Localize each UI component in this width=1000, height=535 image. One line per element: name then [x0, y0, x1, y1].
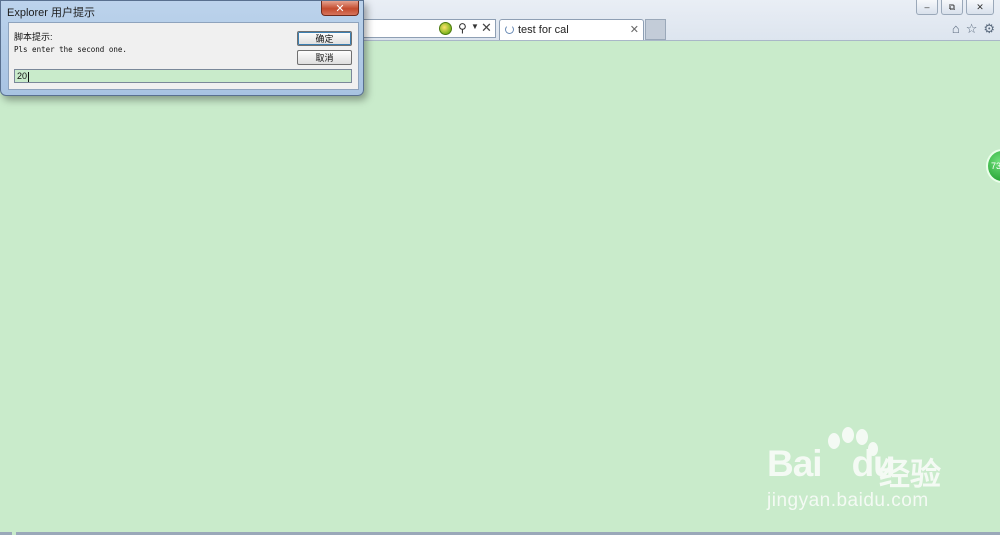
dialog-body: 脚本提示: Pls enter the second one. 确定 取消 20 [8, 22, 359, 90]
watermark-brand: Bai du [767, 443, 896, 484]
cancel-button[interactable]: 取消 [297, 50, 352, 65]
prompt-title: 脚本提示: [14, 32, 53, 42]
tab-label: test for cal [518, 24, 569, 36]
new-tab-button[interactable] [645, 19, 666, 40]
gear-icon[interactable]: ⚙ [983, 21, 995, 37]
toolbar-icons: ⌂ ☆ ⚙ [952, 21, 995, 37]
prompt-dialog: Explorer 用户提示 ✕ 脚本提示: Pls enter the seco… [0, 0, 364, 96]
prompt-input[interactable]: 20 [14, 69, 352, 83]
restore-icon[interactable]: ⧉ [941, 0, 963, 15]
dropdown-arrow-icon[interactable]: ▼ [471, 22, 479, 31]
ok-button[interactable]: 确定 [297, 31, 352, 46]
minimize-icon[interactable]: – [916, 0, 938, 15]
window-controls: – ⧉ ✕ [916, 0, 994, 15]
prompt-input-value: 20 [17, 71, 28, 81]
search-icon[interactable]: ⚲ [458, 21, 467, 35]
refresh-icon[interactable] [439, 22, 452, 35]
dialog-close-button[interactable]: ✕ [321, 1, 359, 16]
side-float-badge[interactable]: 73 [986, 149, 1000, 183]
text-caret [28, 71, 30, 82]
tab-test-for-cal[interactable]: test for cal ✕ [499, 19, 644, 40]
star-icon[interactable]: ☆ [966, 21, 978, 37]
watermark-cn: 经验 [879, 457, 941, 492]
baidu-jingyan-watermark: Bai du 经验 jingyan.baidu.com [765, 427, 985, 517]
address-bar[interactable]: ⚲ ▼ ✕ [364, 19, 496, 38]
watermark-url: jingyan.baidu.com [767, 490, 929, 511]
dialog-title: Explorer 用户提示 [7, 7, 96, 19]
prompt-message: Pls enter the second one. [14, 45, 127, 54]
tab-close-icon[interactable]: ✕ [630, 23, 639, 36]
stop-icon[interactable]: ✕ [481, 20, 492, 36]
loading-icon [505, 25, 514, 34]
close-icon[interactable]: ✕ [966, 0, 994, 15]
home-icon[interactable]: ⌂ [952, 21, 960, 37]
